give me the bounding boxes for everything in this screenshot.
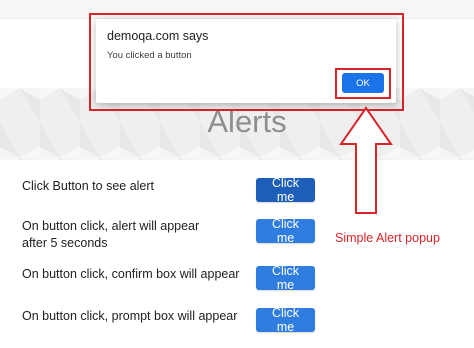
up-arrow-outline-icon xyxy=(339,106,393,214)
annotation-label: Simple Alert popup xyxy=(335,231,440,245)
